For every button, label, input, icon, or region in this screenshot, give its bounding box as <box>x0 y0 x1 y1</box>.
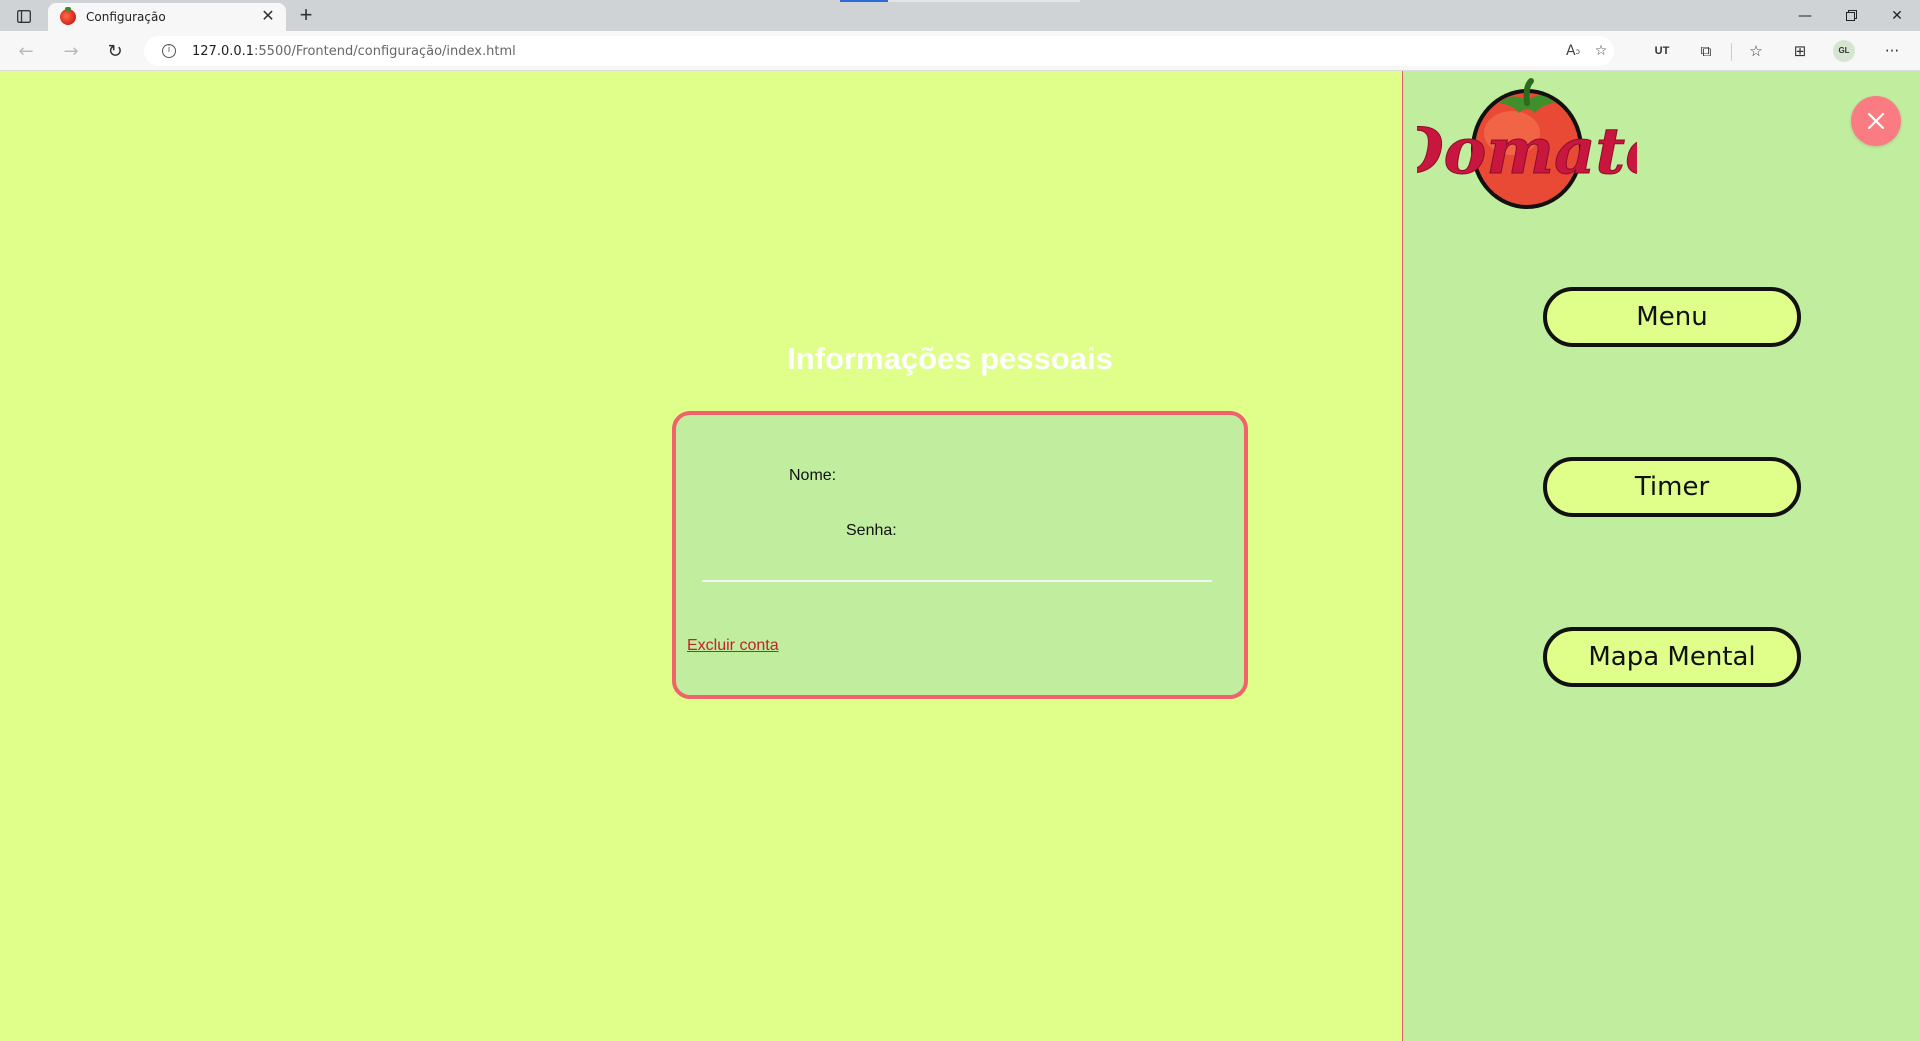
close-window-icon[interactable]: ✕ <box>1874 0 1920 31</box>
sidebar: Domate Menu Timer Mapa Mental <box>1402 71 1920 1041</box>
browser-tab-active[interactable]: Configuração ✕ <box>48 3 286 31</box>
logo-text: Domate <box>1417 114 1637 189</box>
address-bar[interactable]: i 127.0.0.1:5500/Frontend/configuração/i… <box>144 36 1614 66</box>
browser-tab-bar: Configuração ✕ + — ✕ <box>0 0 1920 31</box>
read-aloud-icon[interactable]: Aↄ <box>1562 40 1584 62</box>
back-arrow-icon[interactable]: ← <box>14 39 38 63</box>
refresh-icon[interactable]: ↻ <box>103 39 127 63</box>
loading-indicator <box>840 0 888 2</box>
tab-title: Configuração <box>86 10 166 24</box>
add-favorite-icon[interactable]: ☆ <box>1590 40 1612 62</box>
timer-button[interactable]: Timer <box>1543 457 1801 517</box>
favorites-icon[interactable]: ☆ <box>1744 39 1768 63</box>
mind-map-button[interactable]: Mapa Mental <box>1543 627 1801 687</box>
url-host: 127.0.0.1 <box>192 43 255 59</box>
section-title: Informações pessoais <box>787 341 1113 376</box>
more-icon[interactable]: ··· <box>1880 39 1904 63</box>
name-label: Nome: <box>789 467 837 484</box>
collections-icon[interactable]: ⊞ <box>1788 39 1812 63</box>
window-controls: — ✕ <box>1782 0 1920 31</box>
close-tab-icon[interactable]: ✕ <box>258 7 278 27</box>
tomato-icon <box>60 7 76 25</box>
new-tab-icon[interactable]: + <box>294 4 318 28</box>
tab-actions-icon[interactable] <box>12 6 36 26</box>
profile-avatar[interactable]: GL <box>1833 40 1855 62</box>
close-icon <box>1867 112 1885 130</box>
divider <box>702 580 1212 582</box>
extensions-icon[interactable]: ⧉ <box>1694 39 1718 63</box>
url-text[interactable]: 127.0.0.1:5500/Frontend/configuração/ind… <box>192 44 516 59</box>
forward-arrow-icon[interactable]: → <box>59 39 83 63</box>
page-content: Informações pessoais Nome: Senha: Exclui… <box>0 71 1920 1041</box>
loading-track <box>888 0 1080 2</box>
menu-button[interactable]: Menu <box>1543 287 1801 347</box>
minimize-icon[interactable]: — <box>1782 0 1828 31</box>
url-path: :5500/Frontend/configuração/index.html <box>254 43 516 59</box>
restore-icon[interactable] <box>1828 0 1874 31</box>
info-icon[interactable]: i <box>162 44 176 58</box>
translate-icon[interactable]: UT <box>1650 39 1674 63</box>
address-toolbar: ← → ↻ i 127.0.0.1:5500/Frontend/configur… <box>0 31 1920 71</box>
toolbar-separator <box>1731 43 1732 61</box>
domate-logo: Domate <box>1417 78 1637 209</box>
password-label: Senha: <box>846 522 897 539</box>
close-sidebar-button[interactable] <box>1851 96 1901 146</box>
delete-account-link[interactable]: Excluir conta <box>687 637 779 655</box>
personal-info-card: Nome: Senha: Excluir conta <box>672 411 1248 699</box>
